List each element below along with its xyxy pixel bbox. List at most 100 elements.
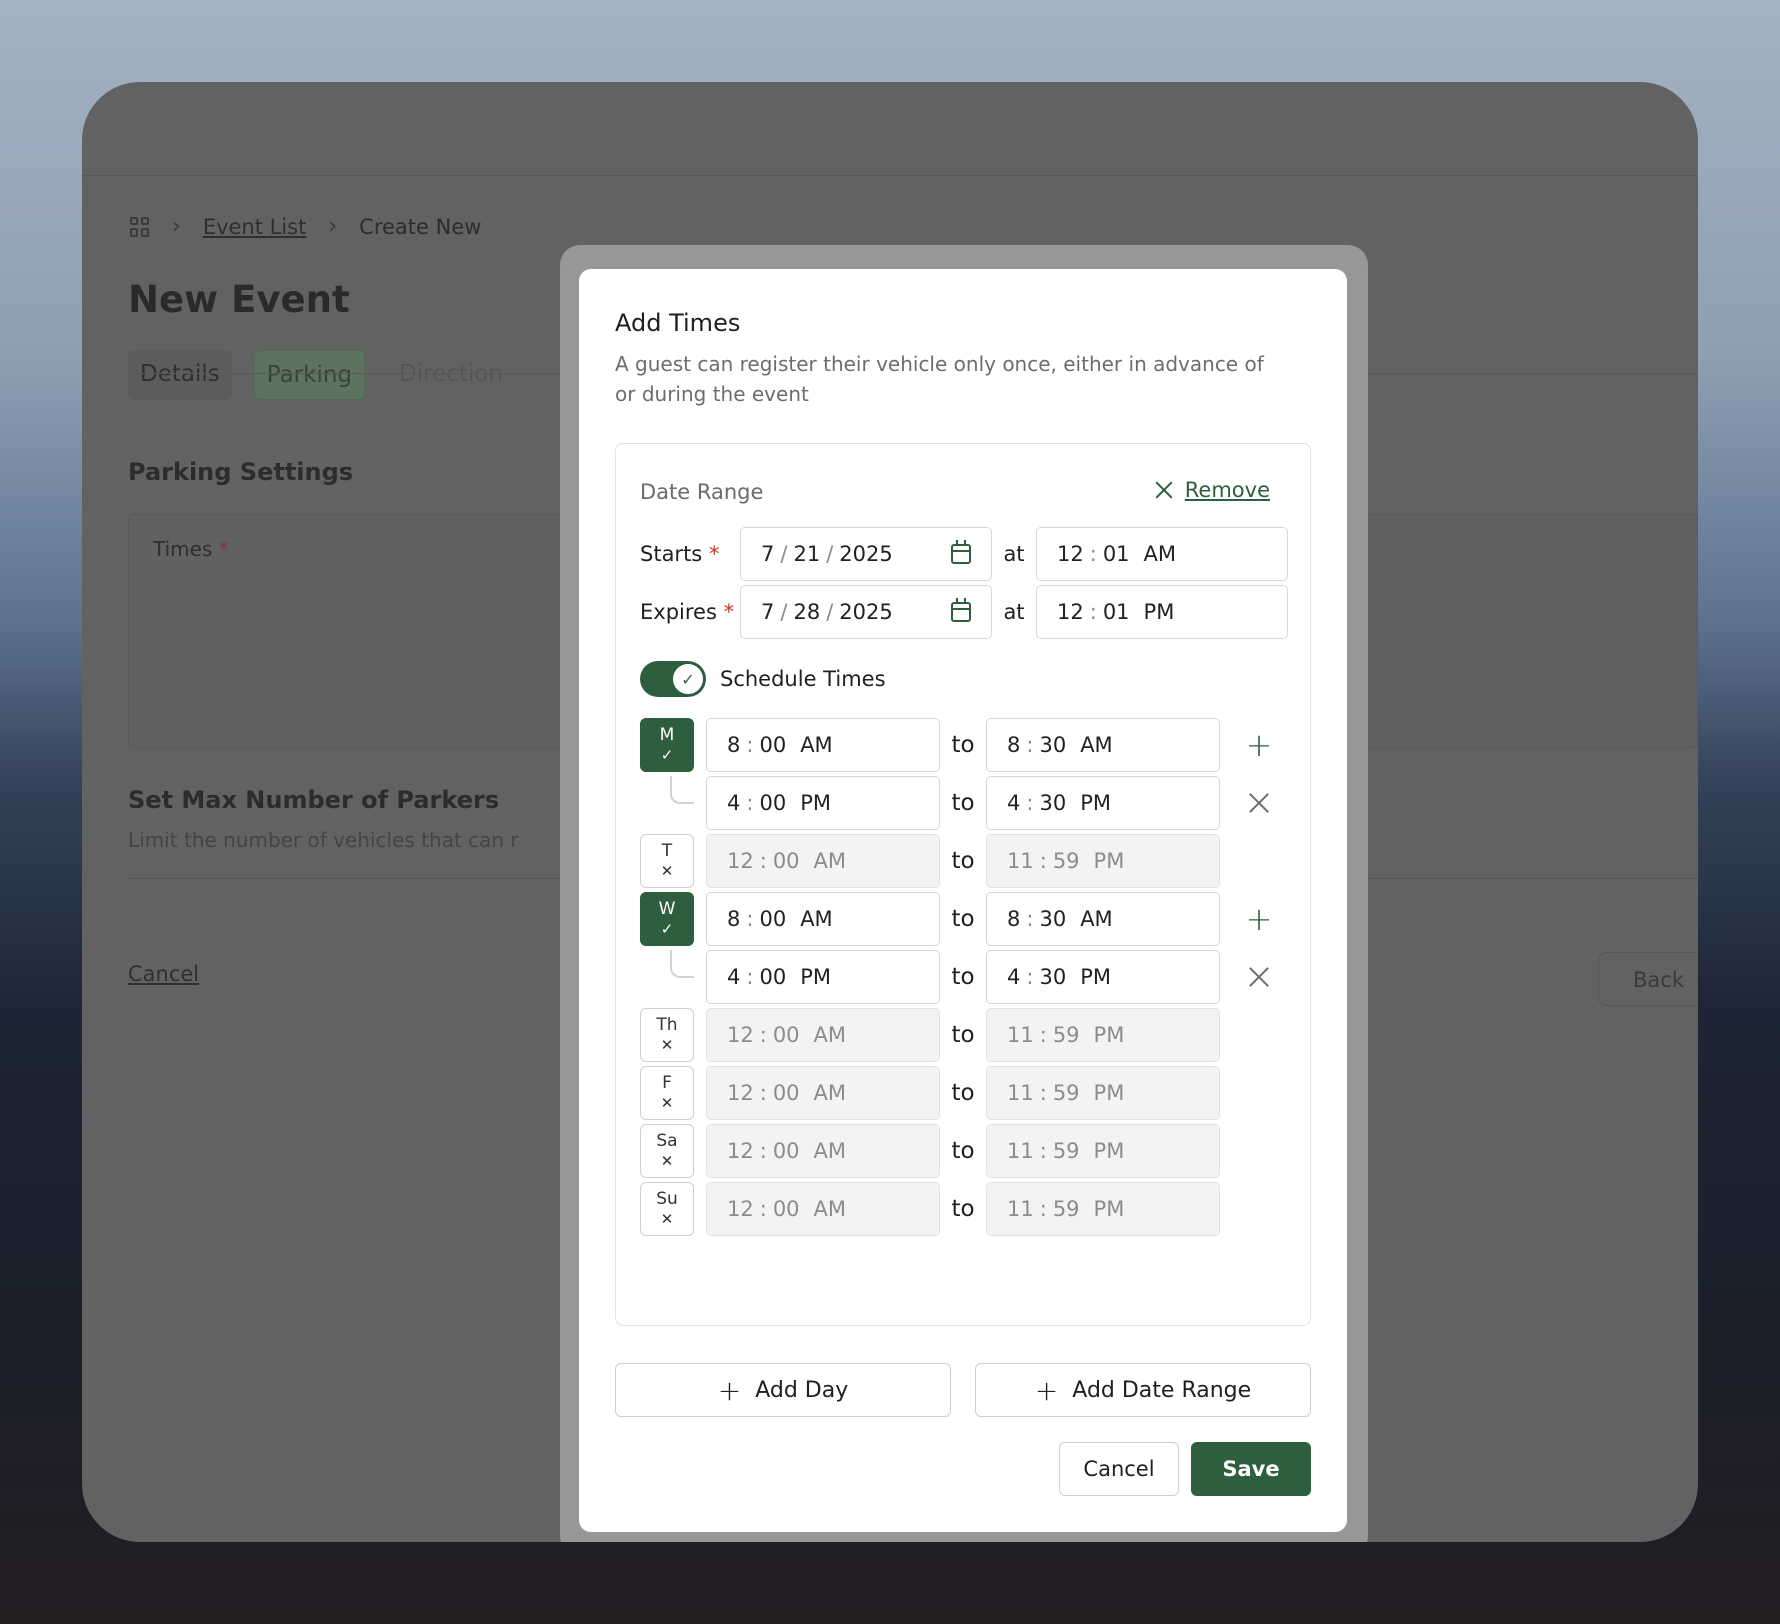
to-label: to [951, 964, 975, 990]
schedule-row: 4:00 PM to 4:30 PM [640, 950, 1286, 1004]
expires-date-input[interactable]: 7/28/2025 [740, 585, 992, 639]
expires-label: Expires * [640, 600, 740, 624]
minute: 59 [1052, 849, 1080, 873]
ampm: PM [1093, 1139, 1125, 1163]
day-label: Th [656, 1015, 678, 1035]
end-time-input[interactable]: 11:59 PM [986, 1008, 1220, 1062]
start-time-input[interactable]: 4:00 PM [706, 776, 940, 830]
day-label: M [659, 725, 675, 745]
expires-time-input[interactable]: 12:01 PM [1036, 585, 1288, 639]
day-toggle-f[interactable]: F ✕ [640, 1066, 694, 1120]
day: 28 [793, 600, 821, 624]
hour: 11 [1007, 1023, 1034, 1047]
start-time-input[interactable]: 8:00 AM [706, 892, 940, 946]
year: 2025 [839, 542, 893, 566]
plus-icon: + [1034, 1373, 1059, 1407]
tab-directions[interactable]: Direction [387, 350, 515, 400]
remove-date-range-button[interactable]: Remove [1155, 478, 1270, 502]
calendar-icon[interactable] [951, 540, 971, 564]
add-day-label: Add Day [755, 1377, 849, 1403]
day-toggle-m[interactable]: M ✓ [640, 718, 694, 772]
minute: 59 [1052, 1081, 1080, 1105]
start-time-input[interactable]: 12:00 AM [706, 1008, 940, 1062]
start-time-input[interactable]: 12:00 AM [706, 1182, 940, 1236]
day-toggle-th[interactable]: Th ✕ [640, 1008, 694, 1062]
remove-time-button[interactable] [1232, 776, 1286, 830]
ampm: AM [813, 1081, 847, 1105]
expires-label-text: Expires [640, 600, 717, 624]
start-time-input[interactable]: 12:00 AM [706, 834, 940, 888]
add-day-button[interactable]: + Add Day [615, 1363, 951, 1417]
day-toggle-sa[interactable]: Sa ✕ [640, 1124, 694, 1178]
minute: 30 [1039, 733, 1067, 757]
end-time-input[interactable]: 11:59 PM [986, 834, 1220, 888]
end-time-input[interactable]: 11:59 PM [986, 1124, 1220, 1178]
end-time-input[interactable]: 8:30 AM [986, 718, 1220, 772]
day-label: Sa [656, 1131, 678, 1151]
add-time-button[interactable]: + [1232, 718, 1286, 772]
dialog-description: A guest can register their vehicle only … [615, 352, 1264, 406]
end-time-input[interactable]: 11:59 PM [986, 1066, 1220, 1120]
ampm: AM [813, 1197, 847, 1221]
app-window: › Event List › Create New New Event Deta… [82, 82, 1698, 1542]
day-label: T [661, 841, 673, 861]
tab-parking[interactable]: Parking [253, 350, 366, 400]
page-cancel-link[interactable]: Cancel [128, 962, 199, 986]
starts-time-input[interactable]: 12:01 AM [1036, 527, 1288, 581]
breadcrumb-event-list[interactable]: Event List [203, 215, 307, 239]
start-time-input[interactable]: 12:00 AM [706, 1124, 940, 1178]
to-label: to [951, 790, 975, 816]
end-time-input[interactable]: 4:30 PM [986, 776, 1220, 830]
ampm: PM [800, 791, 831, 815]
ampm: PM [1143, 600, 1175, 624]
required-mark: * [708, 542, 720, 566]
ampm: AM [813, 1023, 847, 1047]
tab-details[interactable]: Details [128, 350, 232, 400]
day-toggle-su[interactable]: Su ✕ [640, 1182, 694, 1236]
to-label: to [951, 1022, 975, 1048]
add-date-range-button[interactable]: + Add Date Range [975, 1363, 1311, 1417]
minute: 00 [772, 1023, 800, 1047]
date-range-label: Date Range [640, 480, 764, 504]
ampm: PM [1093, 849, 1125, 873]
start-time-input[interactable]: 12:00 AM [706, 1066, 940, 1120]
add-times-dialog: Add Times A guest can register their veh… [579, 269, 1347, 1532]
day-toggle-t[interactable]: T ✕ [640, 834, 694, 888]
end-time-input[interactable]: 8:30 AM [986, 892, 1220, 946]
day-toggle-w[interactable]: W ✓ [640, 892, 694, 946]
hour: 11 [1007, 1197, 1034, 1221]
starts-date-input[interactable]: 7/21/2025 [740, 527, 992, 581]
cancel-button[interactable]: Cancel [1059, 1442, 1179, 1496]
schedule-row: F ✕ 12:00 AM to 11:59 PM [640, 1066, 1220, 1120]
save-button[interactable]: Save [1191, 1442, 1311, 1496]
start-time-input[interactable]: 8:00 AM [706, 718, 940, 772]
start-time-input[interactable]: 4:00 PM [706, 950, 940, 1004]
close-icon [1249, 793, 1269, 813]
to-label: to [951, 1080, 975, 1106]
schedule-row: W ✓ 8:00 AM to 8:30 AM + [640, 892, 1286, 946]
dialog-footer: Cancel Save [1059, 1442, 1311, 1496]
close-icon: ✕ [660, 1094, 674, 1112]
times-label: Times * [153, 537, 229, 561]
day-label: Su [656, 1189, 678, 1209]
back-button[interactable]: Back [1598, 952, 1698, 1006]
end-time-input[interactable]: 4:30 PM [986, 950, 1220, 1004]
calendar-icon[interactable] [951, 598, 971, 622]
ampm: AM [813, 1139, 847, 1163]
close-icon: ✕ [660, 1036, 674, 1054]
minute: 30 [1039, 791, 1067, 815]
apps-grid-icon[interactable] [130, 216, 150, 237]
add-time-button[interactable]: + [1232, 892, 1286, 946]
schedule-row: Su ✕ 12:00 AM to 11:59 PM [640, 1182, 1220, 1236]
close-icon [1155, 481, 1173, 499]
ampm: PM [1080, 791, 1111, 815]
check-icon: ✓ [660, 920, 674, 938]
end-time-input[interactable]: 11:59 PM [986, 1182, 1220, 1236]
remove-time-button[interactable] [1232, 950, 1286, 1004]
schedule-row: 4:00 PM to 4:30 PM [640, 776, 1286, 830]
ampm: PM [1093, 1023, 1125, 1047]
ampm: AM [1143, 542, 1177, 566]
hour: 8 [1007, 733, 1021, 757]
schedule-times-toggle[interactable]: ✓ [640, 661, 706, 697]
sub-row-connector [640, 776, 694, 830]
